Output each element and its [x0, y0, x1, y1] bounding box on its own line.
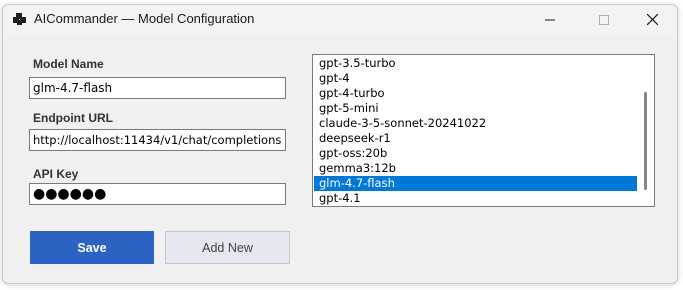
list-item-gpt-5-mini[interactable]: gpt-5-mini: [314, 101, 638, 116]
list-item-gpt-4[interactable]: gpt-4: [314, 71, 638, 86]
maximize-icon: [599, 14, 609, 25]
list-item-gemma3-12b[interactable]: gemma3:12b: [314, 161, 638, 176]
list-item-claude-3-5-sonnet[interactable]: claude-3-5-sonnet-20241022: [314, 116, 638, 131]
maximize-button[interactable]: [581, 5, 627, 34]
list-item-glm-4-7-flash[interactable]: glm-4.7-flash: [314, 176, 638, 191]
api-key-label: API Key: [33, 167, 79, 181]
model-name-input[interactable]: glm-4.7-flash: [29, 77, 286, 99]
save-button[interactable]: Save: [30, 231, 154, 264]
endpoint-url-input[interactable]: http://localhost:11434/v1/chat/completio…: [29, 129, 286, 151]
list-item-gpt-4-1[interactable]: gpt-4.1: [314, 191, 638, 206]
scrollbar-thumb[interactable]: [644, 92, 647, 190]
model-configuration-window: AICommander — Model Configuration Model …: [2, 4, 678, 284]
window-title: AICommander — Model Configuration: [34, 11, 255, 26]
minimize-button[interactable]: [527, 5, 573, 34]
list-item-deepseek-r1[interactable]: deepseek-r1: [314, 131, 638, 146]
endpoint-url-label: Endpoint URL: [33, 111, 113, 125]
app-window-icon: [13, 12, 27, 26]
list-item-gpt-oss-20b[interactable]: gpt-oss:20b: [314, 146, 638, 161]
close-button[interactable]: [629, 5, 675, 34]
desktop-background: AICommander — Model Configuration Model …: [0, 0, 683, 290]
listbox-scrollbar[interactable]: [637, 55, 654, 206]
close-icon: [646, 14, 658, 25]
list-item-gpt-3-5-turbo[interactable]: gpt-3.5-turbo: [314, 56, 638, 71]
list-item-gpt-4-turbo[interactable]: gpt-4-turbo: [314, 86, 638, 101]
add-new-button[interactable]: Add New: [165, 231, 290, 264]
minimize-icon: [545, 19, 555, 20]
model-listbox[interactable]: gpt-3.5-turbo gpt-4 gpt-4-turbo gpt-5-mi…: [312, 54, 655, 207]
title-bar[interactable]: AICommander — Model Configuration: [3, 5, 677, 34]
api-key-input[interactable]: ●●●●●●: [29, 183, 286, 205]
model-name-label: Model Name: [33, 57, 104, 71]
